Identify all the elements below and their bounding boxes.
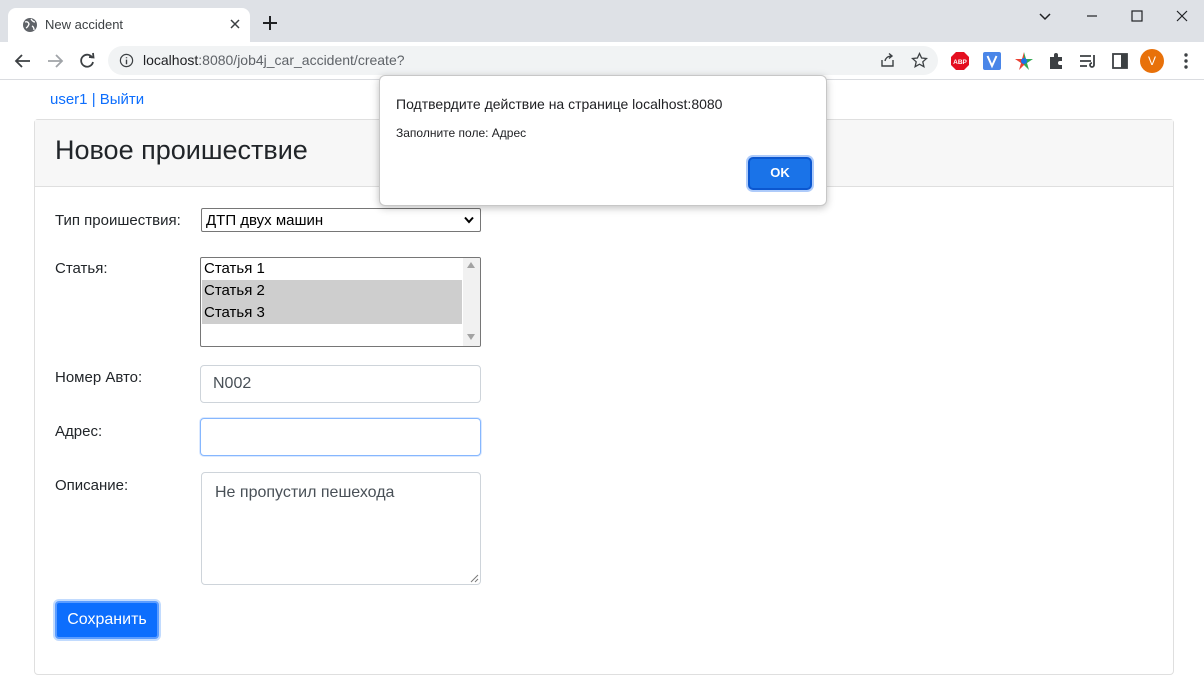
adblock-icon[interactable]: ABP	[950, 51, 970, 71]
tab-close-icon[interactable]	[227, 16, 243, 32]
scroll-up-arrow-icon[interactable]	[467, 262, 475, 268]
article-scrollbar[interactable]	[463, 258, 480, 346]
article-option[interactable]: Статья 1	[202, 258, 462, 280]
color-extension-icon[interactable]	[1014, 51, 1034, 71]
globe-icon	[23, 18, 37, 32]
window-close-icon[interactable]	[1172, 6, 1192, 26]
browser-tab[interactable]: New accident	[8, 8, 250, 42]
forward-icon[interactable]	[45, 51, 65, 71]
type-label: Тип проишествия:	[55, 212, 181, 229]
dialog-title: Подтвердите действие на странице localho…	[396, 96, 723, 112]
tab-title: New accident	[45, 17, 124, 32]
user-link[interactable]: user1	[50, 91, 88, 108]
description-label: Описание:	[55, 477, 129, 494]
logout-link[interactable]: Выйти	[100, 91, 144, 108]
v-extension-icon[interactable]	[982, 51, 1002, 71]
user-links-separator: |	[87, 91, 100, 108]
menu-dots-icon[interactable]	[1178, 52, 1194, 70]
description-value: Не пропустил пешехода	[215, 484, 395, 501]
accident-type-select[interactable]: ДТП двух машин	[201, 208, 481, 232]
url-text[interactable]: localhost:8080/job4j_car_accident/create…	[143, 52, 405, 68]
address-bar[interactable]: localhost:8080/job4j_car_accident/create…	[108, 46, 938, 75]
info-icon[interactable]	[119, 53, 134, 68]
scroll-down-arrow-icon[interactable]	[467, 334, 475, 340]
profile-avatar[interactable]: V	[1140, 49, 1164, 73]
alert-dialog: Подтвердите действие на странице localho…	[379, 75, 827, 206]
chevron-down-icon	[464, 216, 474, 224]
article-multiselect[interactable]: Статья 1 Статья 2 Статья 3	[200, 257, 481, 347]
user-links: user1 | Выйти	[50, 91, 144, 108]
page-title: Новое проишествие	[55, 135, 308, 165]
dialog-ok-button[interactable]: OK	[748, 157, 812, 190]
accident-type-value: ДТП двух машин	[206, 212, 324, 229]
bookmark-star-icon[interactable]	[911, 52, 928, 69]
dialog-message: Заполните поле: Адрес	[396, 126, 527, 140]
back-icon[interactable]	[13, 51, 33, 71]
article-label: Статья:	[55, 260, 108, 277]
address-label: Адрес:	[55, 423, 103, 440]
car-number-value: N002	[213, 375, 252, 392]
car-number-label: Номер Авто:	[55, 369, 143, 386]
address-input[interactable]	[200, 418, 481, 456]
side-panel-icon[interactable]	[1110, 51, 1130, 71]
article-option[interactable]: Статья 3	[202, 302, 462, 324]
minimize-icon[interactable]	[1082, 6, 1102, 26]
resize-handle-icon[interactable]	[469, 573, 479, 583]
reading-list-icon[interactable]	[1078, 51, 1098, 71]
tab-strip: New accident	[0, 0, 1204, 42]
save-button[interactable]: Сохранить	[55, 601, 159, 639]
tab-search-chevron-icon[interactable]	[1035, 6, 1055, 26]
maximize-icon[interactable]	[1127, 6, 1147, 26]
share-icon[interactable]	[879, 52, 896, 69]
reload-icon[interactable]	[77, 51, 97, 71]
article-option[interactable]: Статья 2	[202, 280, 462, 302]
description-textarea[interactable]: Не пропустил пешехода	[201, 472, 481, 585]
new-tab-icon[interactable]	[262, 15, 278, 31]
svg-text:ABP: ABP	[953, 59, 967, 66]
extensions-puzzle-icon[interactable]	[1046, 51, 1066, 71]
car-number-input[interactable]: N002	[200, 365, 481, 403]
